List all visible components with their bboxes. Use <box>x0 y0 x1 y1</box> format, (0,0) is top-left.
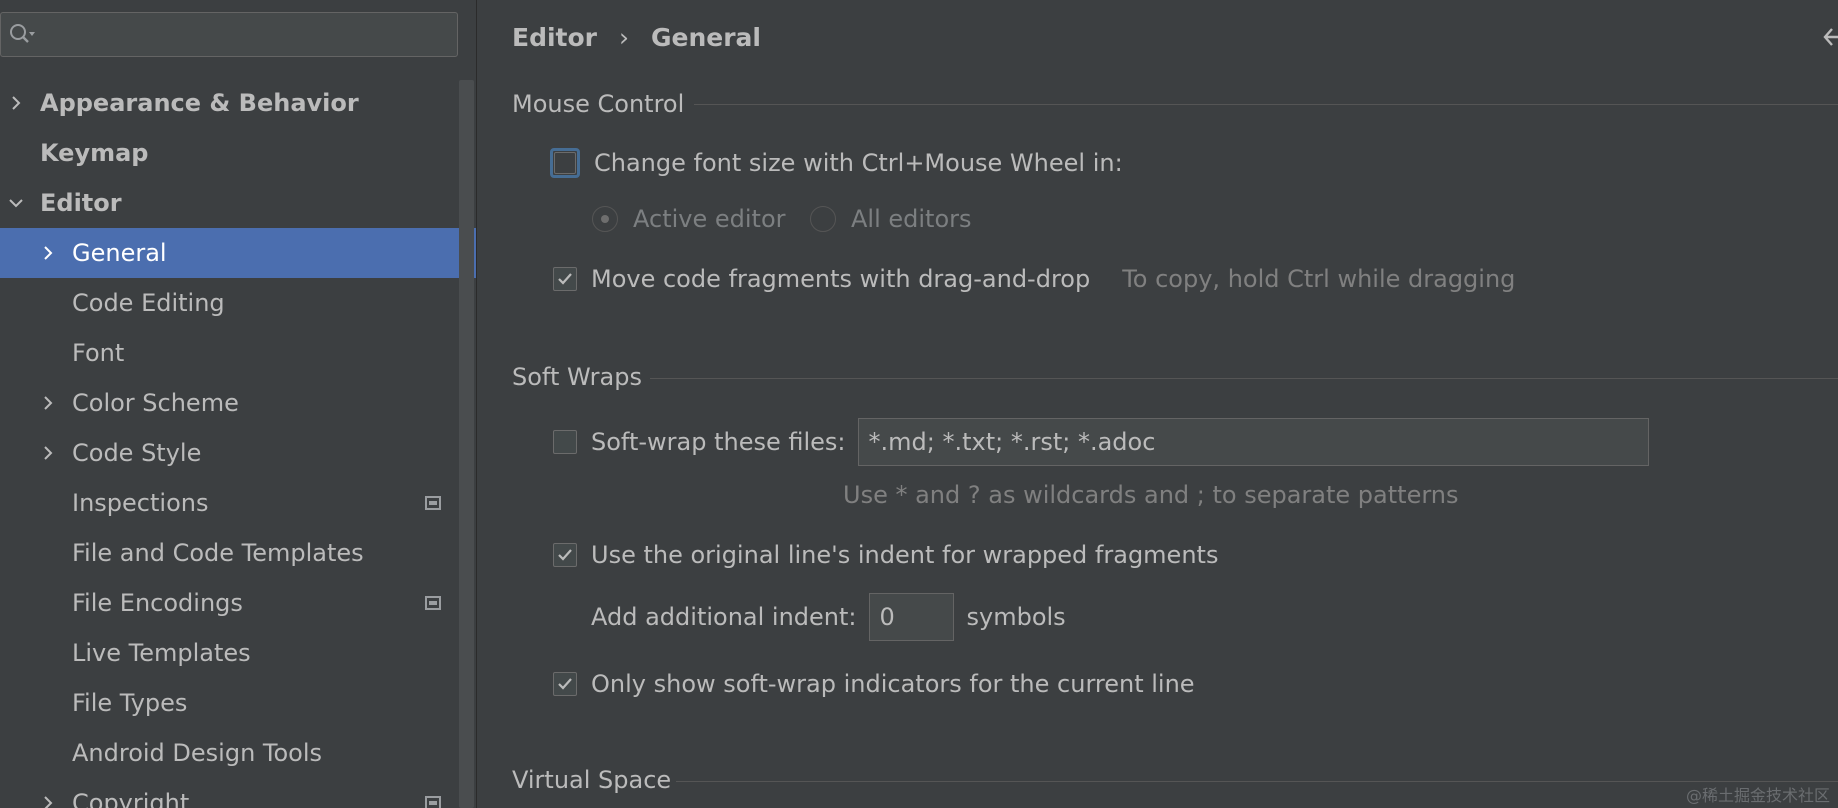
sidebar-item-label: Keymap <box>40 139 149 167</box>
change-font-size-label[interactable]: Change font size with Ctrl+Mouse Wheel i… <box>594 149 1123 177</box>
sidebar-item-label: Font <box>72 339 125 367</box>
active-editor-label: Active editor <box>633 205 786 233</box>
search-box[interactable] <box>0 12 458 57</box>
chevron-right-icon[interactable] <box>38 778 58 808</box>
sidebar-item-copyright[interactable]: Copyright <box>0 778 476 808</box>
sidebar-item-label: Color Scheme <box>72 389 239 417</box>
sidebar-item-code-editing[interactable]: Code Editing <box>0 278 476 328</box>
chevron-right-icon[interactable] <box>38 428 58 478</box>
project-scope-icon <box>425 796 441 808</box>
sidebar-item-label: Appearance & Behavior <box>40 89 359 117</box>
sidebar-item-label: File Encodings <box>72 589 243 617</box>
sidebar-item-label: Editor <box>40 189 122 217</box>
only-show-indicators-row[interactable]: Only show soft-wrap indicators for the c… <box>553 668 1195 700</box>
section-divider <box>676 781 1838 782</box>
soft-wrap-files-input[interactable] <box>857 418 1649 466</box>
breadcrumb-current: General <box>651 23 761 52</box>
change-font-size-row[interactable]: Change font size with Ctrl+Mouse Wheel i… <box>550 146 1123 180</box>
additional-indent-input[interactable] <box>868 593 954 641</box>
move-code-checkbox[interactable] <box>553 267 577 291</box>
original-indent-checkbox[interactable] <box>553 543 577 567</box>
original-indent-label[interactable]: Use the original line's indent for wrapp… <box>591 541 1218 569</box>
sidebar-item-general[interactable]: General <box>0 228 476 278</box>
settings-tree: Appearance & Behavior Keymap Editor Gene… <box>0 78 476 808</box>
all-editors-label: All editors <box>851 205 972 233</box>
search-input[interactable] <box>45 19 449 53</box>
sidebar-item-live-templates[interactable]: Live Templates <box>0 628 476 678</box>
sidebar-item-inspections[interactable]: Inspections <box>0 478 476 528</box>
sidebar-item-color-scheme[interactable]: Color Scheme <box>0 378 476 428</box>
sidebar-item-file-types[interactable]: File Types <box>0 678 476 728</box>
sidebar-item-label: Copyright <box>72 789 190 808</box>
sidebar-item-keymap[interactable]: Keymap <box>0 128 476 178</box>
back-arrow-icon[interactable] <box>1822 22 1838 52</box>
soft-wrap-files-label[interactable]: Soft-wrap these files: <box>591 428 846 456</box>
project-scope-icon <box>425 596 441 610</box>
settings-sidebar: Appearance & Behavior Keymap Editor Gene… <box>0 0 476 808</box>
soft-wrap-files-row[interactable]: Soft-wrap these files: <box>553 418 1649 466</box>
section-title-virtual-space: Virtual Space <box>512 766 672 794</box>
section-divider <box>694 104 1838 105</box>
only-show-indicators-checkbox[interactable] <box>553 672 577 696</box>
sidebar-item-android-design-tools[interactable]: Android Design Tools <box>0 728 476 778</box>
sidebar-item-appearance-behavior[interactable]: Appearance & Behavior <box>0 78 476 128</box>
sidebar-item-code-style[interactable]: Code Style <box>0 428 476 478</box>
active-editor-option[interactable]: Active editor <box>592 203 786 235</box>
sidebar-item-font[interactable]: Font <box>0 328 476 378</box>
active-editor-radio[interactable] <box>592 206 618 232</box>
sidebar-item-file-code-templates[interactable]: File and Code Templates <box>0 528 476 578</box>
chevron-down-icon[interactable] <box>6 178 26 228</box>
additional-indent-row: Add additional indent: symbols <box>591 593 1066 641</box>
section-title-soft-wraps: Soft Wraps <box>512 363 642 391</box>
move-code-hint: To copy, hold Ctrl while dragging <box>1122 265 1516 293</box>
chevron-right-icon[interactable] <box>6 78 26 128</box>
move-code-label[interactable]: Move code fragments with drag-and-drop <box>591 265 1090 293</box>
sidebar-scrollbar[interactable] <box>459 80 474 808</box>
change-font-size-checkbox[interactable] <box>550 148 580 178</box>
sidebar-item-label: File and Code Templates <box>72 539 364 567</box>
sidebar-item-editor[interactable]: Editor <box>0 178 476 228</box>
sidebar-item-label: Code Editing <box>72 289 225 317</box>
soft-wrap-files-checkbox[interactable] <box>553 430 577 454</box>
section-divider <box>650 378 1838 379</box>
only-show-indicators-label[interactable]: Only show soft-wrap indicators for the c… <box>591 670 1195 698</box>
soft-wrap-hint: Use * and ? as wildcards and ; to separa… <box>843 481 1459 509</box>
sidebar-item-label: Android Design Tools <box>72 739 323 767</box>
checkmark-icon <box>558 678 572 690</box>
sidebar-item-file-encodings[interactable]: File Encodings <box>0 578 476 628</box>
settings-window: Appearance & Behavior Keymap Editor Gene… <box>0 0 1838 808</box>
additional-indent-unit: symbols <box>966 603 1066 631</box>
chevron-right-icon[interactable] <box>38 378 58 428</box>
all-editors-option[interactable]: All editors <box>810 203 972 235</box>
settings-content: Editor › General Mouse Control Change font… <box>477 0 1838 808</box>
sidebar-item-label: File Types <box>72 689 188 717</box>
section-title-mouse-control: Mouse Control <box>512 90 685 118</box>
checkmark-icon <box>558 549 572 561</box>
sidebar-item-label: Inspections <box>72 489 209 517</box>
breadcrumb-separator: › <box>619 23 629 52</box>
sidebar-item-label: Live Templates <box>72 639 251 667</box>
search-icon <box>9 23 35 47</box>
original-indent-row[interactable]: Use the original line's indent for wrapp… <box>553 539 1218 571</box>
project-scope-icon <box>425 496 441 510</box>
sidebar-item-label: Code Style <box>72 439 202 467</box>
watermark: @稀土掘金技术社区 <box>1685 786 1830 805</box>
all-editors-radio[interactable] <box>810 206 836 232</box>
additional-indent-label: Add additional indent: <box>591 603 857 631</box>
chevron-right-icon[interactable] <box>38 228 58 278</box>
breadcrumb-parent[interactable]: Editor <box>512 23 597 52</box>
move-code-row[interactable]: Move code fragments with drag-and-drop T… <box>553 263 1515 295</box>
breadcrumb: Editor › General <box>512 18 761 58</box>
sidebar-item-label: General <box>72 239 167 267</box>
checkmark-icon <box>558 273 572 285</box>
